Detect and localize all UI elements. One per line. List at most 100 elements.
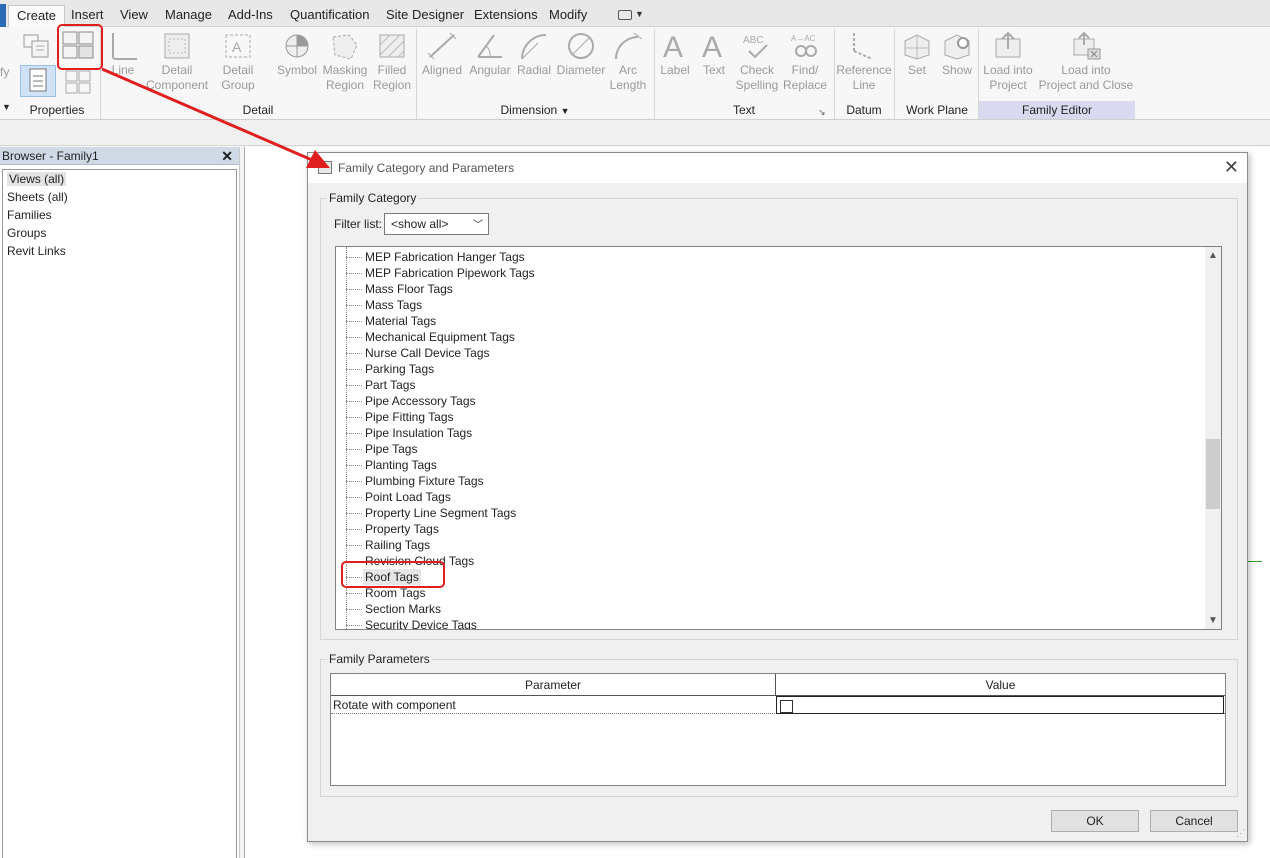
detail-group-button[interactable]: A Detail Group <box>216 31 260 93</box>
show-work-plane-icon <box>944 34 970 60</box>
rotate-with-component-checkbox[interactable] <box>780 700 793 713</box>
panel-family-editor-label: Family Editor <box>979 101 1135 119</box>
text-button[interactable]: A Text <box>696 31 732 78</box>
table-row: Rotate with component <box>331 696 1225 714</box>
tab-manage[interactable]: Manage <box>157 5 220 27</box>
close-icon[interactable]: ✕ <box>1224 157 1239 178</box>
panel-properties-label: Properties <box>29 103 85 117</box>
detail-component-button[interactable]: Detail Component <box>146 31 208 93</box>
ribbon-display-toggle[interactable]: ▼ <box>618 8 644 22</box>
tree-item-label: MEP Fabrication Hanger Tags <box>365 250 525 264</box>
tree-item-label: Mechanical Equipment Tags <box>365 330 515 344</box>
options-bar <box>0 120 1270 146</box>
arc-length-icon <box>615 32 643 60</box>
scroll-up-icon[interactable]: ▲ <box>1208 250 1218 261</box>
symbol-button[interactable]: Symbol <box>276 31 318 78</box>
tree-item-label: Pipe Tags <box>365 442 418 456</box>
category-tree[interactable]: MEP Fabrication Hanger Tags MEP Fabricati… <box>335 246 1222 630</box>
app-menu-edge[interactable] <box>0 4 6 27</box>
label-button[interactable]: A Label <box>656 31 694 78</box>
filter-list-dropdown[interactable]: <show all> ﹀ <box>384 213 489 235</box>
line-button[interactable]: Line <box>106 31 140 78</box>
text-settings-launcher-icon[interactable]: ↘ <box>818 107 826 118</box>
reference-line-button[interactable]: Reference Line <box>836 31 892 93</box>
browser-item-views[interactable]: Views (all) <box>3 170 236 188</box>
tab-modify[interactable]: Modify <box>541 5 595 27</box>
tab-quantification[interactable]: Quantification <box>282 5 378 27</box>
tree-item-label: Room Tags <box>365 586 426 600</box>
svg-text:A: A <box>663 31 683 61</box>
tab-extensions[interactable]: Extensions <box>466 5 546 27</box>
properties-button[interactable] <box>20 65 56 97</box>
diameter-dimension-button[interactable]: Diameter <box>556 31 606 78</box>
type-properties-button[interactable] <box>62 67 94 97</box>
set-work-plane-button[interactable]: Set <box>900 31 934 78</box>
panel-text-label: Text <box>732 103 755 117</box>
tree-item-label: Point Load Tags <box>365 490 451 504</box>
dialog-title: Family Category and Parameters <box>338 161 515 175</box>
tab-insert[interactable]: Insert <box>63 5 112 27</box>
parameter-value-cell[interactable] <box>776 696 1224 714</box>
masking-region-icon <box>332 34 358 60</box>
check-spelling-button[interactable]: ABC Check Spelling <box>734 31 780 93</box>
browser-item-revit-links[interactable]: Revit Links <box>3 242 236 260</box>
type-properties-icon <box>65 70 91 94</box>
text-icon: A <box>702 31 722 61</box>
aligned-dimension-button[interactable]: Aligned <box>420 31 464 78</box>
browser-item-sheets[interactable]: Sheets (all) <box>3 188 236 206</box>
load-into-project-icon <box>995 31 1021 58</box>
tree-item-label: Property Line Segment Tags <box>365 506 517 520</box>
ok-button[interactable]: OK <box>1051 810 1139 832</box>
tree-item-label: Pipe Insulation Tags <box>365 426 473 440</box>
scroll-thumb[interactable] <box>1206 439 1220 509</box>
load-into-project-close-button[interactable]: Load into Project and Close <box>1038 31 1134 93</box>
tab-view[interactable]: View <box>112 5 156 27</box>
family-category-group-label: Family Category <box>327 191 419 205</box>
arc-length-button[interactable]: Arc Length <box>608 31 648 93</box>
family-category-button[interactable] <box>60 29 96 63</box>
find-replace-button[interactable]: A→AC Find/Replace <box>782 31 828 93</box>
panel-datum-label: Datum <box>846 103 882 117</box>
tree-item-label: Nurse Call Device Tags <box>365 346 490 360</box>
tree-item-label: Property Tags <box>365 522 439 536</box>
filled-region-button[interactable]: Filled Region <box>372 31 412 93</box>
detail-component-icon <box>164 33 190 59</box>
cancel-button[interactable]: Cancel <box>1150 810 1238 832</box>
parameters-table: Parameter Value Rotate with component <box>330 673 1226 786</box>
angular-dimension-button[interactable]: Angular <box>468 31 512 78</box>
value-column-header[interactable]: Value <box>776 674 1225 696</box>
tree-item-label: MEP Fabrication Pipework Tags <box>365 266 535 280</box>
panel-dimension-label[interactable]: Dimension ▼ <box>416 101 654 119</box>
parameter-column-header[interactable]: Parameter <box>331 674 776 696</box>
project-browser: Browser - Family1 ✕ Views (all) Sheets (… <box>0 147 240 858</box>
scroll-down-icon[interactable]: ▼ <box>1208 615 1218 626</box>
masking-region-button[interactable]: Masking Region <box>322 31 368 93</box>
category-tree-scrollbar[interactable]: ▲ ▼ <box>1205 247 1221 629</box>
browser-item-groups[interactable]: Groups <box>3 224 236 242</box>
chevron-down-icon: ﹀ <box>473 220 483 231</box>
family-types-button[interactable] <box>22 31 54 61</box>
filter-list-label: Filter list: <box>334 217 382 231</box>
dimension-dropdown-icon[interactable]: ▼ <box>561 106 570 116</box>
ribbon-tab-bar: Create Insert View Manage Add-Ins Quanti… <box>0 0 1270 28</box>
parameter-name: Rotate with component <box>333 698 456 712</box>
reference-line-icon <box>853 33 873 60</box>
load-into-project-button[interactable]: Load into Project <box>980 31 1036 93</box>
svg-text:A→AC: A→AC <box>791 34 816 43</box>
find-replace-icon: A→AC <box>791 34 817 57</box>
close-icon[interactable]: ✕ <box>221 147 233 165</box>
tree-item-label: Roof Tags <box>363 569 421 585</box>
angular-dimension-icon <box>477 34 502 58</box>
browser-header: Browser - Family1 ✕ <box>0 147 239 165</box>
tab-create[interactable]: Create <box>8 5 66 28</box>
tab-add-ins[interactable]: Add-Ins <box>220 5 281 27</box>
panel-expand-icon[interactable]: ▼ <box>2 102 11 112</box>
resize-grip-icon[interactable]: ⋰ <box>1236 828 1245 839</box>
browser-title: Browser - Family1 <box>2 149 99 163</box>
svg-text:ABC: ABC <box>743 35 764 46</box>
browser-item-families[interactable]: Families <box>3 206 236 224</box>
show-work-plane-button[interactable]: Show <box>938 31 976 78</box>
radial-dimension-button[interactable]: Radial <box>516 31 552 78</box>
tab-site-designer[interactable]: Site Designer <box>378 5 472 27</box>
line-icon <box>112 33 137 60</box>
